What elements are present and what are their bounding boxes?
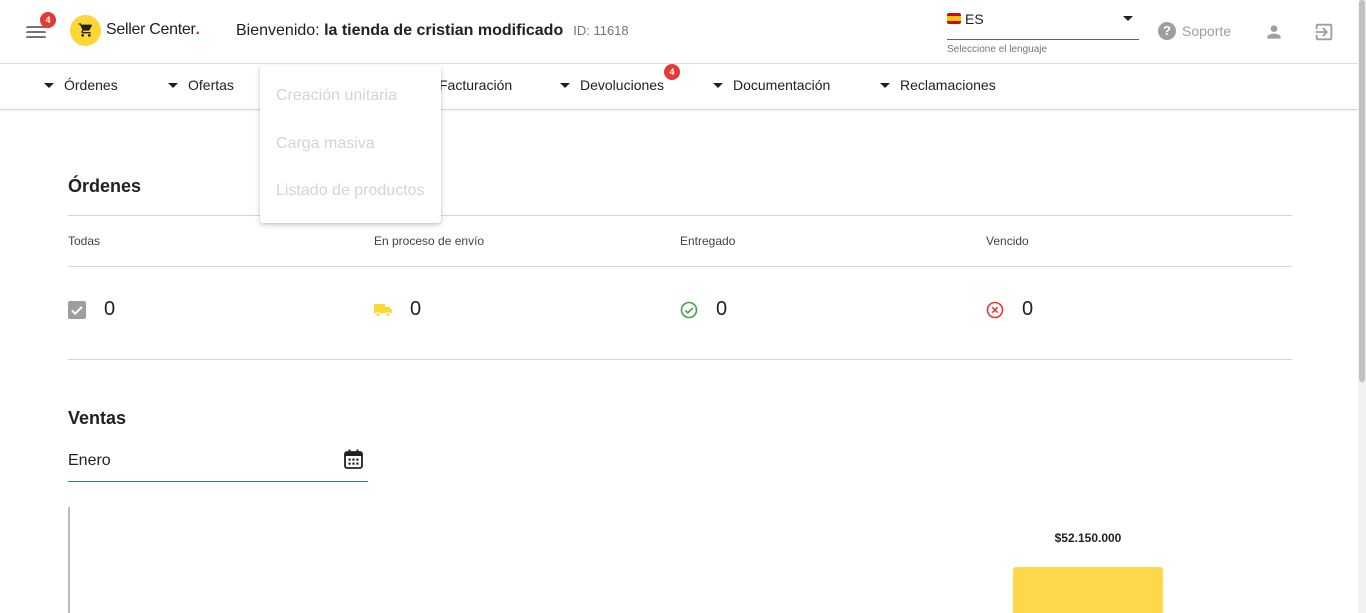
nav-item-ofertas[interactable]: Ofertas [168,77,234,93]
column-label-en-proceso: En proceso de envío [374,234,485,248]
menu-icon-line [26,36,46,38]
support-button[interactable]: ? Soporte [1158,22,1231,40]
top-header: 4 Seller Center. Bienvenido: la tienda d… [0,0,1358,64]
stat-value: 0 [716,298,728,320]
caret-down-icon [44,82,54,88]
nav-label: Devoluciones [580,77,665,93]
ofertas-dropdown-menu: Creación unitaria Carga masiva Listado d… [260,66,441,223]
nav-item-devoluciones[interactable]: Devoluciones [560,77,664,93]
truck-icon [374,303,392,317]
logo-text: Seller Center. [106,21,200,39]
stat-entregado[interactable]: 0 [680,298,727,321]
stat-value: 0 [410,298,422,320]
store-name: la tienda de cristian modificado [324,22,564,39]
menu-item-listado-productos[interactable]: Listado de productos [276,182,425,200]
stat-en-proceso[interactable]: 0 [374,298,421,321]
nav-label: Órdenes [64,77,118,93]
logout-icon[interactable] [1313,21,1335,43]
caret-down-icon [880,82,890,88]
scrollbar-thumb[interactable] [1359,0,1365,382]
menu-notification-badge: 4 [40,12,56,28]
menu-item-carga-masiva[interactable]: Carga masiva [276,135,375,153]
logo-text-label: Seller Center [106,21,196,38]
welcome-prefix: Bienvenido: [236,22,325,39]
cancel-circle-icon [986,301,1004,318]
seller-center-logo[interactable]: Seller Center. [70,14,200,46]
logo-dot: . [195,21,200,38]
menu-item-creacion-unitaria[interactable]: Creación unitaria [276,87,397,105]
column-label-todas: Todas [68,234,101,248]
nav-label: Documentación [733,77,831,93]
sales-section-title: Ventas [68,408,127,428]
stat-vencido[interactable]: 0 [986,298,1033,321]
caret-down-icon [560,82,570,88]
spain-flag-icon [947,13,961,24]
menu-icon-line [26,31,46,33]
nav-label: Facturación [439,77,513,93]
cart-icon [70,14,101,46]
column-label-vencido: Vencido [986,234,1029,248]
chevron-down-icon [1123,16,1133,21]
month-value: Enero [68,452,111,469]
stat-value: 0 [104,298,116,320]
language-select[interactable]: ES [947,8,1139,40]
user-profile-icon[interactable] [1264,22,1284,42]
divider [68,359,1292,360]
nav-item-ordenes[interactable]: Órdenes [44,77,118,93]
nav-label: Reclamaciones [900,77,996,93]
check-circle-icon [680,301,698,318]
stat-value: 0 [1022,298,1034,320]
stat-todas[interactable]: 0 [68,298,115,321]
bar-value-label: $52.150.000 [1054,531,1122,545]
chart-y-axis [68,507,70,613]
calendar-icon[interactable] [344,449,363,469]
column-label-entregado: Entregado [680,234,736,248]
nav-item-facturacion[interactable]: Facturación [439,77,512,93]
language-helper-text: Seleccione el lenguaje [947,44,1048,55]
divider [68,266,1292,267]
language-code: ES [965,11,984,27]
caret-down-icon [713,82,723,88]
nav-item-documentacion[interactable]: Documentación [713,77,830,93]
month-picker[interactable]: Enero [68,446,368,482]
help-icon: ? [1158,22,1176,40]
devoluciones-badge: 4 [664,64,680,80]
main-nav: Órdenes Ofertas Facturación Devoluciones… [0,63,1358,110]
vertical-scrollbar[interactable] [1358,0,1366,613]
nav-label: Ofertas [188,77,234,93]
sales-bar [1013,567,1163,613]
checkbox-icon [68,300,86,319]
support-label: Soporte [1182,23,1232,39]
divider [68,215,1292,216]
welcome-message: Bienvenido: la tienda de cristian modifi… [236,22,629,40]
orders-section-title: Órdenes [68,176,142,196]
caret-down-icon [168,82,178,88]
nav-item-reclamaciones[interactable]: Reclamaciones [880,77,996,93]
store-id: ID: 11618 [573,23,629,38]
